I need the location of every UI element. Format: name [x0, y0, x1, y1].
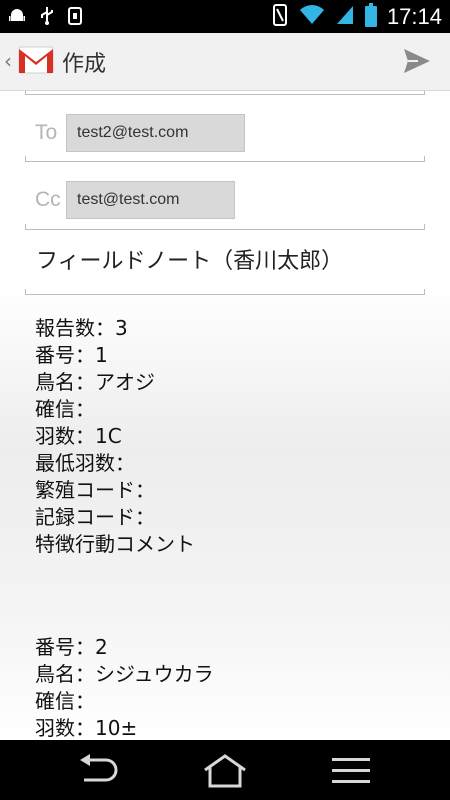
- divider: [25, 289, 425, 295]
- wifi-icon: [299, 4, 325, 30]
- clock: 17:14: [386, 4, 442, 29]
- home-button[interactable]: [201, 754, 249, 792]
- body-line: 鳥名：シジュウカラ: [35, 662, 214, 686]
- home-icon: [204, 754, 246, 788]
- to-recipient-chip[interactable]: test2@test.com: [66, 114, 245, 152]
- signal-icon: [335, 4, 355, 30]
- body-line: 最低羽数：: [35, 451, 135, 475]
- body-line: 羽数：10±: [35, 716, 138, 740]
- body-line: 報告数：3: [35, 316, 128, 340]
- cc-recipient-chip[interactable]: test@test.com: [66, 181, 235, 219]
- storage-icon: [68, 7, 82, 29]
- battery-icon: [364, 3, 377, 31]
- body-text-block[interactable]: 番号：2 鳥名：シジュウカラ 確信： 羽数：10±: [35, 634, 214, 740]
- menu-icon: [332, 758, 370, 783]
- body-line: 確信：: [35, 397, 95, 421]
- back-button[interactable]: [76, 754, 120, 790]
- compose-form: To test2@test.com Cc test@test.com フィールド…: [0, 91, 450, 740]
- vibrate-icon: [271, 3, 289, 31]
- action-bar: ‹ 作成: [0, 33, 450, 91]
- divider: [25, 224, 425, 230]
- cc-label: Cc: [35, 188, 61, 211]
- usb-icon: [38, 6, 56, 30]
- status-bar: 17:14: [0, 0, 450, 33]
- send-icon: [404, 49, 430, 73]
- up-caret-icon[interactable]: ‹: [4, 49, 12, 73]
- divider: [25, 156, 425, 162]
- back-icon: [80, 754, 118, 782]
- send-button[interactable]: [402, 47, 432, 79]
- body-text-block[interactable]: 報告数：3 番号：1 鳥名：アオジ 確信： 羽数：1C 最低羽数： 繁殖コード： 記録コード：…: [35, 315, 195, 558]
- gmail-logo-icon[interactable]: [18, 45, 54, 79]
- navigation-bar: [0, 740, 450, 800]
- body-line: 羽数：1C: [35, 424, 122, 448]
- body-line: 番号：2: [35, 635, 108, 659]
- android-debug-icon: [8, 7, 26, 29]
- body-line: 特徴行動コメント: [35, 532, 195, 556]
- body-line: 鳥名：アオジ: [35, 370, 155, 394]
- to-label: To: [35, 121, 58, 144]
- menu-button[interactable]: [330, 754, 372, 790]
- subject-field[interactable]: フィールドノート（香川太郎）: [36, 243, 343, 275]
- divider: [25, 91, 425, 95]
- page-title: 作成: [62, 52, 107, 77]
- body-line: 確信：: [35, 689, 95, 713]
- body-line: 繁殖コード：: [35, 478, 155, 502]
- body-line: 記録コード：: [35, 505, 155, 529]
- body-line: 番号：1: [35, 343, 108, 367]
